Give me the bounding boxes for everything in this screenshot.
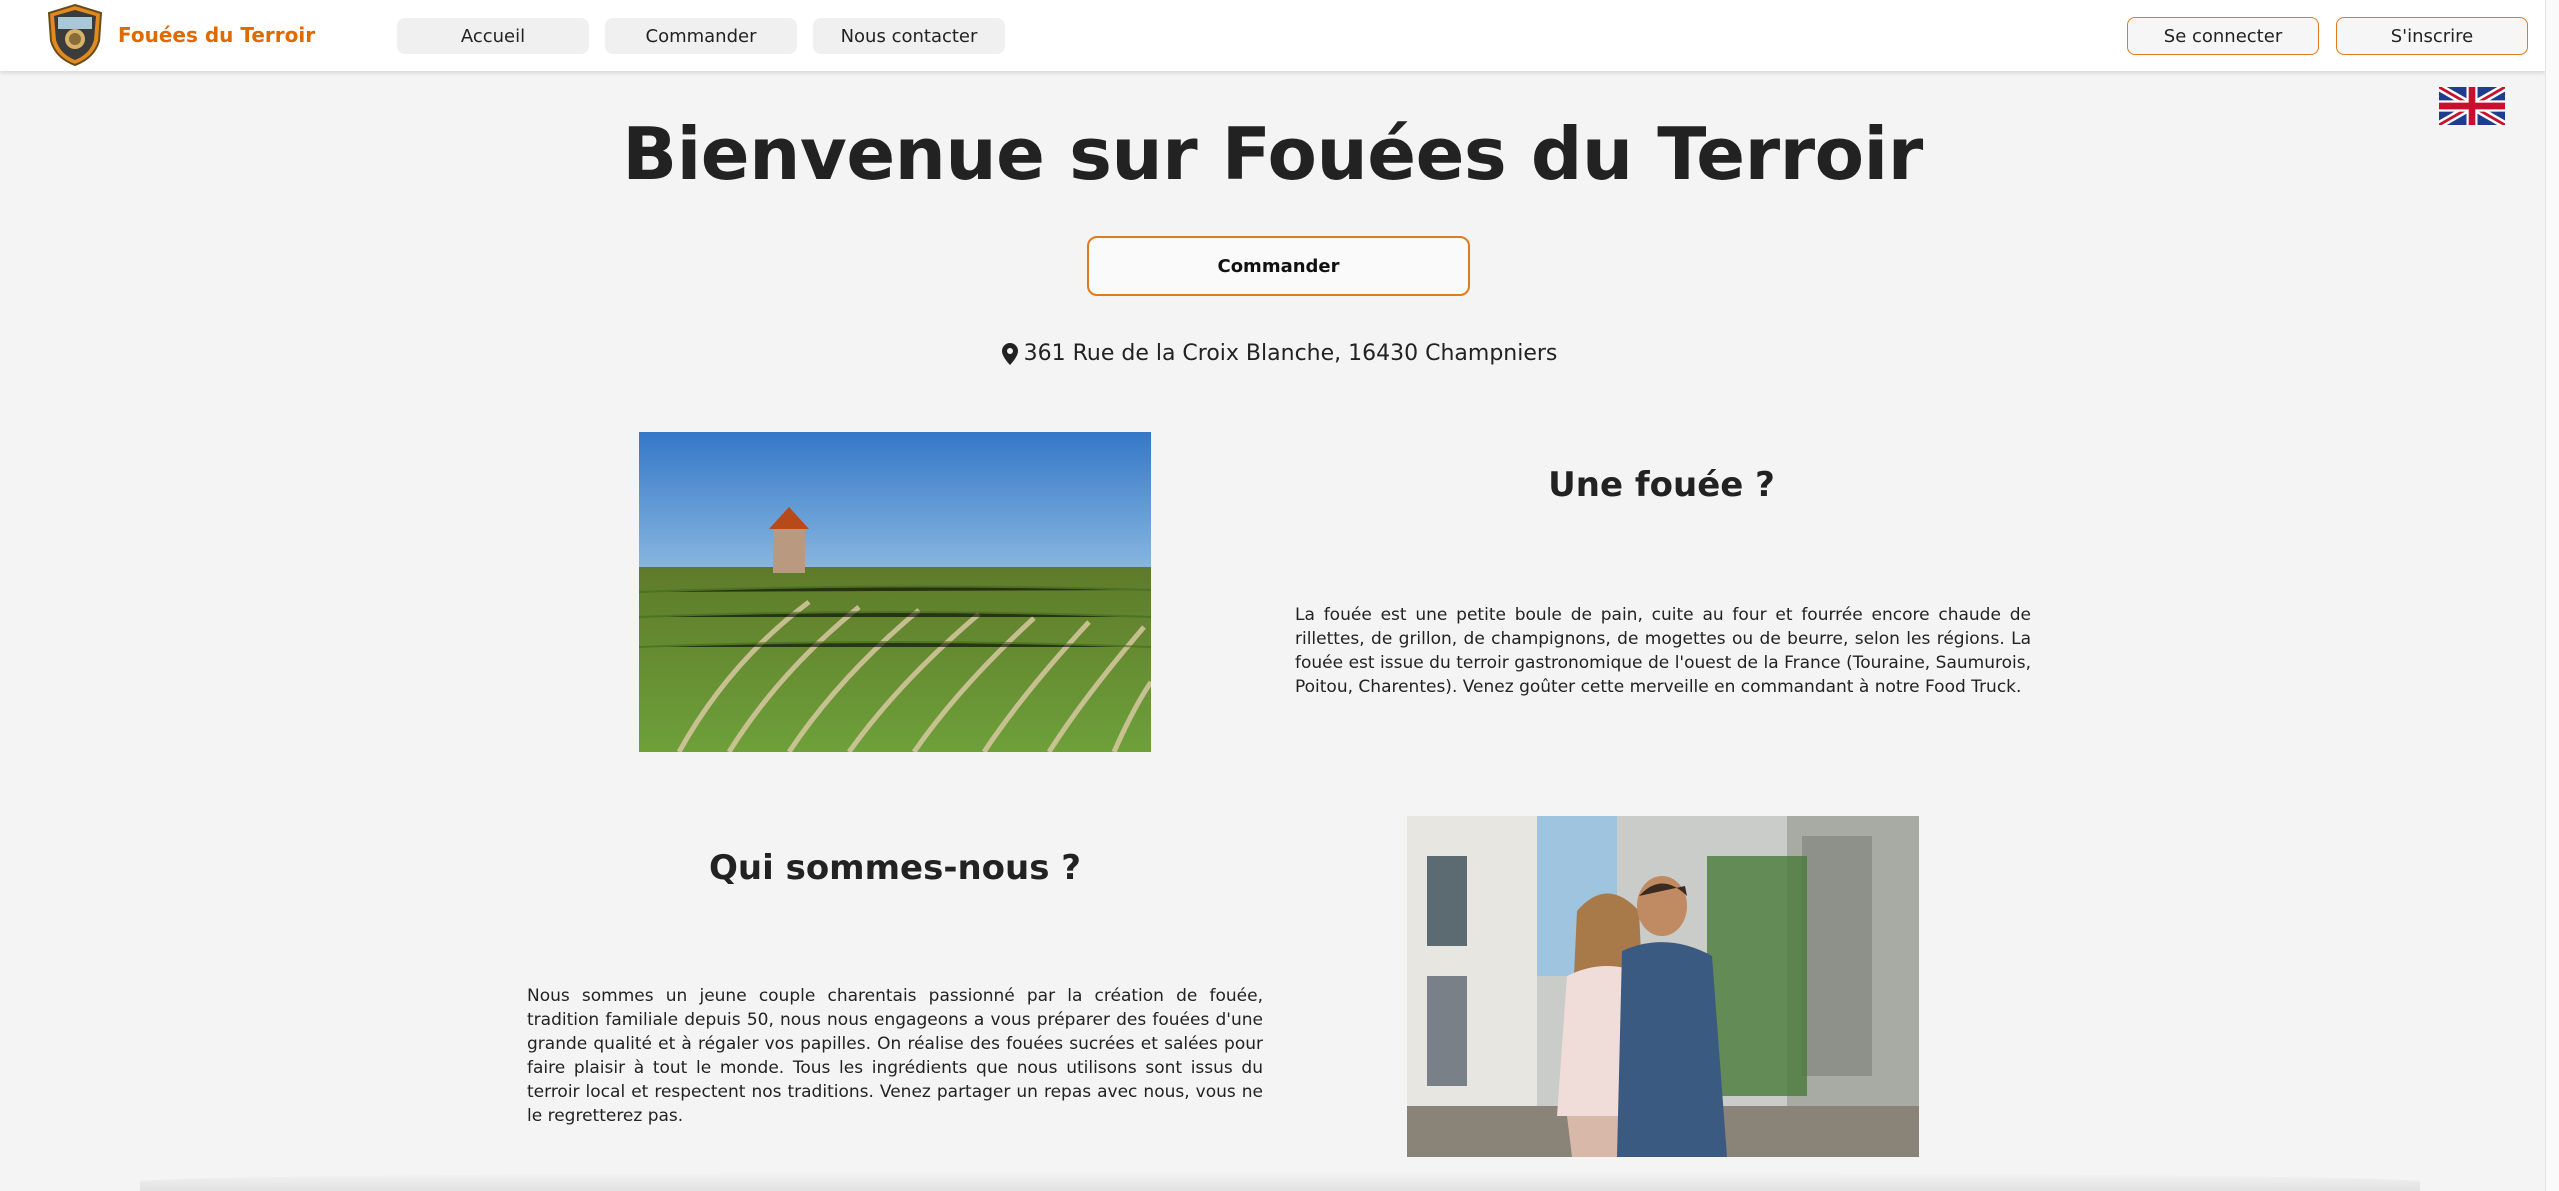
nav-accueil[interactable]: Accueil [397,18,589,54]
address-text: 361 Rue de la Croix Blanche, 16430 Champ… [1023,341,1558,366]
section-about-text: Nous sommes un jeune couple charentais p… [527,986,1263,1126]
nav-commander[interactable]: Commander [605,18,797,54]
login-button[interactable]: Se connecter [2127,17,2319,55]
couple-photo [1407,816,1919,1157]
page-title: Bienvenue sur Fouées du Terroir [622,112,1923,196]
section-fouee-text: La fouée est une petite boule de pain, c… [1295,605,2031,697]
vineyard-image [639,432,1151,752]
signup-button[interactable]: S'inscrire [2336,17,2528,55]
map-pin-icon [1001,342,1018,365]
page-scrollbar[interactable] [2545,0,2559,1191]
logo-shield-icon [47,3,103,67]
brand-name: Fouées du Terroir [118,23,316,47]
footer-edge [140,1172,2420,1191]
nav-contact[interactable]: Nous contacter [813,18,1005,54]
section-about-heading: Qui sommes-nous ? [708,848,1082,888]
brand[interactable]: Fouées du Terroir [46,3,315,67]
order-button[interactable]: Commander [1087,236,1470,296]
top-navbar: Fouées du Terroir Accueil Commander Nous… [0,0,2545,71]
section-fouee-heading: Une fouée ? [1548,465,1775,505]
address: 361 Rue de la Croix Blanche, 16430 Champ… [0,341,2559,366]
